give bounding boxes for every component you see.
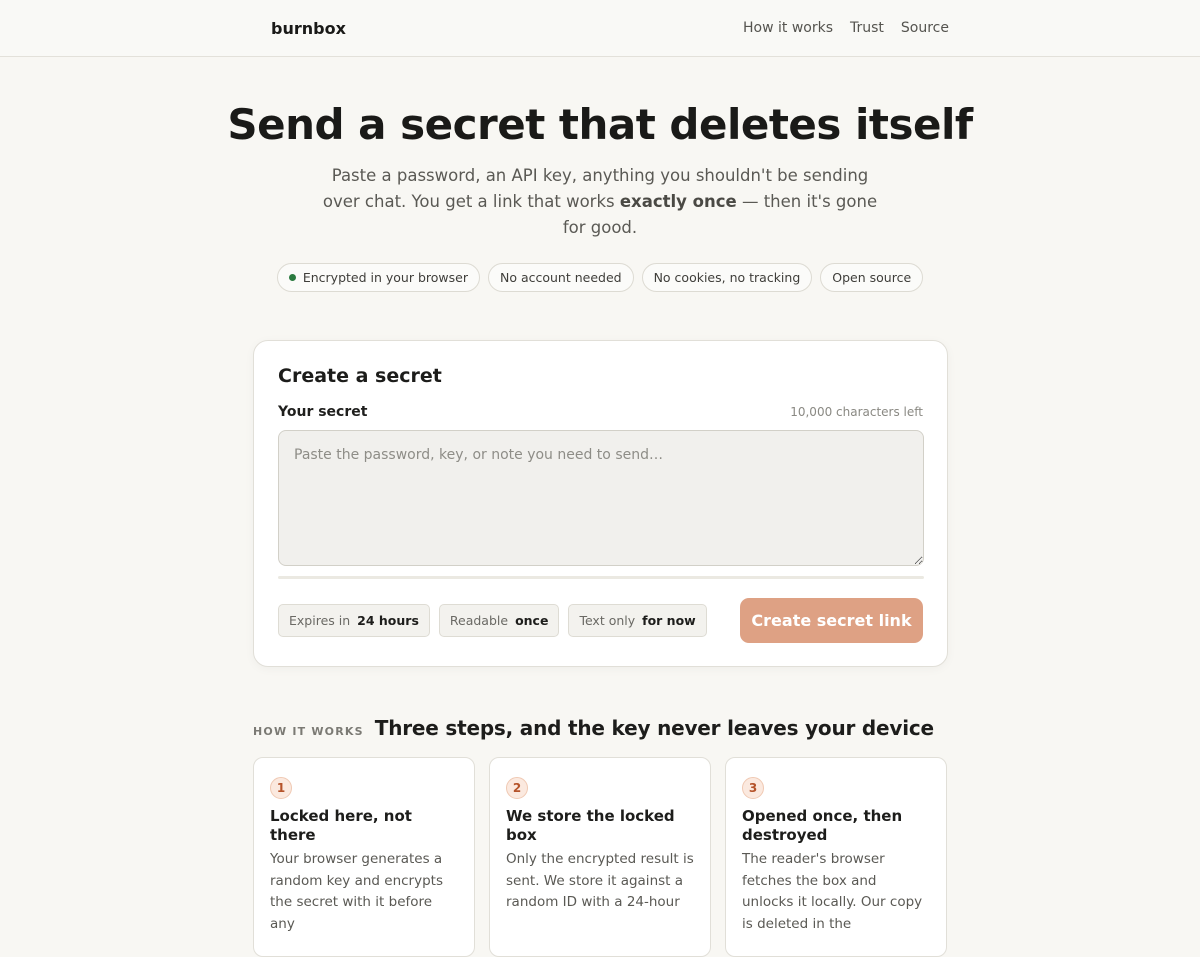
- content-type-option[interactable]: Text only for now: [568, 604, 707, 637]
- expiry-option[interactable]: Expires in 24 hours: [278, 604, 430, 637]
- hero-subtitle: Paste a password, an API key, anything y…: [320, 163, 880, 241]
- top-bar-inner: burnbox How it works Trust Source: [271, 0, 949, 56]
- brand-logo[interactable]: burnbox: [271, 19, 346, 38]
- options-row: Expires in 24 hours Readable once Text onl…: [278, 598, 923, 643]
- status-dot-icon: [288, 274, 296, 281]
- nav-link-trust[interactable]: Trust: [850, 20, 884, 36]
- step-title: We store the locked box: [506, 807, 675, 844]
- pill-label: Encrypted in your browser: [302, 270, 468, 285]
- top-bar: burnbox How it works Trust Source: [0, 0, 1200, 57]
- steps-list: 1 Locked here, not there Your browser ge…: [253, 757, 948, 957]
- hero-title: Send a secret that deletes itself: [227, 100, 973, 149]
- step-card-1: 1 Locked here, not there Your browser ge…: [253, 757, 475, 957]
- step-text: Your browser generates a random key and …: [270, 851, 443, 932]
- step-card-2: 2 We store the locked box Only the encry…: [489, 757, 711, 957]
- pill-no-account: No account needed: [487, 263, 634, 292]
- pill-encrypted: Encrypted in your browser: [276, 263, 480, 292]
- character-meter: [278, 576, 924, 579]
- create-secret-link-button[interactable]: Create secret link: [740, 598, 923, 643]
- step-title: Opened once, then destroyed: [742, 807, 903, 844]
- main-nav: How it works Trust Source: [743, 20, 949, 36]
- step-card-3: 3 Opened once, then destroyed The reader…: [725, 757, 947, 957]
- step-number-badge: 2: [506, 777, 528, 799]
- option-label: Expires in: [289, 613, 351, 628]
- secret-textarea[interactable]: [278, 430, 924, 566]
- nav-link-how-it-works[interactable]: How it works: [743, 20, 833, 36]
- field-header: Your secret 10,000 characters left: [278, 404, 923, 420]
- pill-label: No cookies, no tracking: [653, 270, 801, 285]
- char-counter: 10,000 characters left: [790, 405, 923, 419]
- option-label: Readable: [449, 613, 509, 628]
- option-label: Text only: [579, 613, 636, 628]
- step-title: Locked here, not there: [270, 807, 412, 844]
- how-it-works-header: HOW IT WORKS Three steps, and the key ne…: [253, 716, 948, 740]
- option-value: 24 hours: [357, 613, 419, 628]
- option-value: for now: [642, 613, 696, 628]
- nav-link-source[interactable]: Source: [901, 20, 949, 36]
- readable-option[interactable]: Readable once: [438, 604, 560, 637]
- feature-pills: Encrypted in your browser No account nee…: [0, 263, 1200, 292]
- pill-label: No account needed: [499, 270, 622, 285]
- step-number-badge: 1: [270, 777, 292, 799]
- secret-field-label: Your secret: [278, 404, 368, 420]
- hero: Send a secret that deletes itself Paste …: [0, 101, 1200, 292]
- pill-open-source: Open source: [820, 263, 924, 292]
- step-text: Only the encrypted result is sent. We st…: [506, 851, 694, 910]
- step-number-badge: 3: [742, 777, 764, 799]
- step-text: The reader's browser fetches the box and…: [742, 851, 923, 932]
- create-secret-card: Create a secret Your secret 10,000 chara…: [253, 340, 948, 667]
- pill-label: Open source: [832, 270, 912, 285]
- option-value: once: [515, 613, 549, 628]
- section-eyebrow: HOW IT WORKS: [253, 725, 364, 738]
- card-title: Create a secret: [278, 365, 442, 387]
- pill-no-cookies: No cookies, no tracking: [641, 263, 813, 292]
- how-it-works-section: HOW IT WORKS Three steps, and the key ne…: [253, 716, 948, 957]
- hero-subtitle-emphasis: exactly once: [619, 192, 737, 211]
- options-group: Expires in 24 hours Readable once Text onl…: [278, 604, 707, 637]
- section-title: Three steps, and the key never leaves yo…: [374, 716, 934, 740]
